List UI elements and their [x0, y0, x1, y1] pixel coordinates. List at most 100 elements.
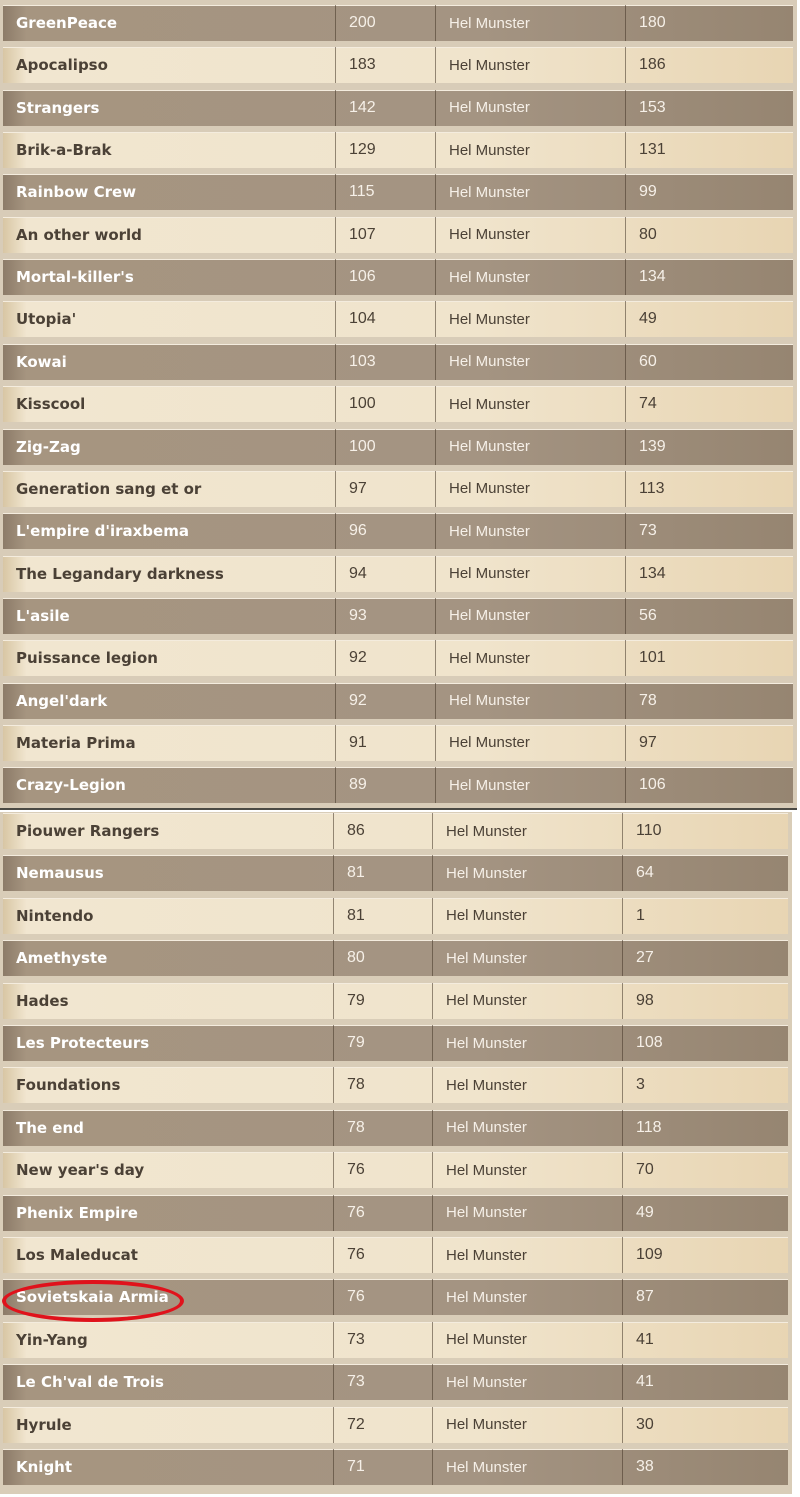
table-row[interactable]: Hades 79 Hel Munster 98	[3, 982, 788, 1019]
cell-value: 49	[636, 1203, 654, 1221]
cell-value: 80	[639, 225, 657, 243]
cell-name: Zig-Zag	[3, 428, 336, 465]
table-row[interactable]: Nemausus 81 Hel Munster 64	[3, 855, 788, 892]
cell-name: Kisscool	[3, 386, 336, 423]
cell-value: 134	[639, 268, 666, 286]
cell-owner: Hel Munster	[436, 682, 626, 719]
table-row[interactable]: Le Ch'val de Trois 73 Hel Munster 41	[3, 1364, 788, 1401]
table-row[interactable]: Sovietskaia Armia 76 Hel Munster 87	[3, 1279, 788, 1316]
table-row[interactable]: Zig-Zag 100 Hel Munster 139	[3, 428, 793, 465]
table-row[interactable]: Generation sang et or 97 Hel Munster 113	[3, 470, 793, 507]
cell-owner: Hel Munster	[436, 259, 626, 296]
cell-name: Angel'dark	[3, 682, 336, 719]
cell-name: Rainbow Crew	[3, 174, 336, 211]
cell-score: 183	[336, 47, 436, 84]
cell-name: Utopia'	[3, 301, 336, 338]
cell-value: 1	[636, 906, 645, 924]
cell-owner: Hel Munster	[433, 1406, 623, 1443]
cell-value: 153	[639, 98, 666, 116]
cell-owner: Hel Munster	[436, 513, 626, 550]
ranking-table-top: GreenPeace 200 Hel Munster 180 Apocalipso 183…	[0, 0, 797, 808]
cell-name: Apocalipso	[3, 47, 336, 84]
cell-owner: Hel Munster	[436, 767, 626, 804]
table-row[interactable]: Brik-a-Brak 129 Hel Munster 131	[3, 132, 793, 169]
cell-value: 186	[639, 56, 666, 74]
table-row[interactable]: Angel'dark 92 Hel Munster 78	[3, 682, 793, 719]
cell-value: 41	[636, 1330, 654, 1348]
cell-value: 108	[636, 1034, 663, 1051]
table-row[interactable]: Kisscool 100 Hel Munster 74	[3, 386, 793, 423]
table-row[interactable]: The end 78 Hel Munster 118	[3, 1109, 788, 1146]
cell-score: 94	[336, 555, 436, 592]
cell-value: 113	[639, 479, 665, 497]
table-row[interactable]: Kowai 103 Hel Munster 60	[3, 343, 793, 380]
table-row[interactable]: Puissance legion 92 Hel Munster 101	[3, 640, 793, 677]
cell-score: 104	[336, 301, 436, 338]
cell-name: Les Protecteurs	[3, 1025, 334, 1061]
cell-score: 96	[336, 513, 436, 550]
table-row[interactable]: The Legandary darkness 94 Hel Munster 134	[3, 555, 793, 592]
cell-score: 129	[336, 132, 436, 169]
cell-owner: Hel Munster	[436, 89, 626, 126]
table-row[interactable]: L'empire d'iraxbema 96 Hel Munster 73	[3, 513, 793, 550]
cell-name: Los Maleducat	[3, 1237, 334, 1273]
cell-value: 98	[636, 991, 654, 1009]
table-row[interactable]: Apocalipso 183 Hel Munster 186	[3, 47, 793, 84]
cell-name: The end	[3, 1109, 334, 1146]
cell-owner: Hel Munster	[433, 1109, 623, 1146]
cell-owner: Hel Munster	[433, 940, 623, 977]
cell-owner: Hel Munster	[436, 301, 626, 338]
cell-owner: Hel Munster	[436, 132, 626, 169]
table-row[interactable]: Utopia' 104 Hel Munster 49	[3, 301, 793, 338]
cell-name: GreenPeace	[3, 5, 336, 41]
table-row[interactable]: Hyrule 72 Hel Munster 30	[3, 1406, 788, 1443]
table-row[interactable]: New year's day 76 Hel Munster 70	[3, 1152, 788, 1189]
cell-value: 3	[636, 1076, 645, 1094]
cell-owner: Hel Munster	[433, 1237, 623, 1273]
table-row[interactable]: Materia Prima 91 Hel Munster 97	[3, 724, 793, 761]
cell-value: 60	[639, 352, 657, 370]
table-row[interactable]: An other world 107 Hel Munster 80	[3, 216, 793, 253]
cell-owner: Hel Munster	[436, 343, 626, 380]
cell-value: 109	[636, 1246, 663, 1263]
cell-name: Nemausus	[3, 855, 334, 892]
table-row[interactable]: GreenPeace 200 Hel Munster 180	[3, 5, 793, 41]
cell-owner: Hel Munster	[436, 470, 626, 507]
cell-owner: Hel Munster	[436, 555, 626, 592]
cell-score: 115	[336, 174, 436, 211]
cell-owner: Hel Munster	[433, 1279, 623, 1316]
table-row[interactable]: Crazy-Legion 89 Hel Munster 106	[3, 767, 793, 804]
cell-score: 76	[334, 1152, 433, 1189]
table-row[interactable]: Foundations 78 Hel Munster 3	[3, 1067, 788, 1104]
cell-owner: Hel Munster	[436, 47, 626, 84]
cell-score: 78	[334, 1109, 433, 1146]
cell-score: 79	[334, 982, 433, 1019]
table-row[interactable]: Phenix Empire 76 Hel Munster 49	[3, 1194, 788, 1231]
table-row[interactable]: Les Protecteurs 79 Hel Munster 108	[3, 1025, 788, 1061]
table-row[interactable]: Yin-Yang 73 Hel Munster 41	[3, 1321, 788, 1358]
table-row[interactable]: Piouwer Rangers 86 Hel Munster 110	[3, 813, 788, 849]
cell-value: 134	[639, 564, 666, 582]
table-row[interactable]: Knight 71 Hel Munster 38	[3, 1449, 788, 1485]
table-row[interactable]: L'asile 93 Hel Munster 56	[3, 597, 793, 634]
table-row[interactable]: Amethyste 80 Hel Munster 27	[3, 940, 788, 977]
table-row[interactable]: Strangers 142 Hel Munster 153	[3, 89, 793, 126]
cell-name: Amethyste	[3, 940, 334, 977]
cell-owner: Hel Munster	[433, 1194, 623, 1231]
table-row[interactable]: Los Maleducat 76 Hel Munster 109	[3, 1237, 788, 1273]
cell-name: Yin-Yang	[3, 1321, 334, 1358]
cell-value: 74	[639, 395, 657, 413]
cell-name: Brik-a-Brak	[3, 132, 336, 169]
cell-name: Mortal-killer's	[3, 259, 336, 296]
table-row[interactable]: Mortal-killer's 106 Hel Munster 134	[3, 259, 793, 296]
table-row[interactable]: Rainbow Crew 115 Hel Munster 99	[3, 174, 793, 211]
cell-value: 180	[639, 14, 666, 31]
cell-name: Le Ch'val de Trois	[3, 1364, 334, 1401]
cell-score: 91	[336, 724, 436, 761]
table-row[interactable]: Nintendo 81 Hel Munster 1	[3, 897, 788, 934]
cell-score: 107	[336, 216, 436, 253]
cell-value: 41	[636, 1373, 654, 1391]
cell-value: 131	[639, 141, 666, 159]
cell-name: Phenix Empire	[3, 1194, 334, 1231]
cell-score: 89	[336, 767, 436, 804]
